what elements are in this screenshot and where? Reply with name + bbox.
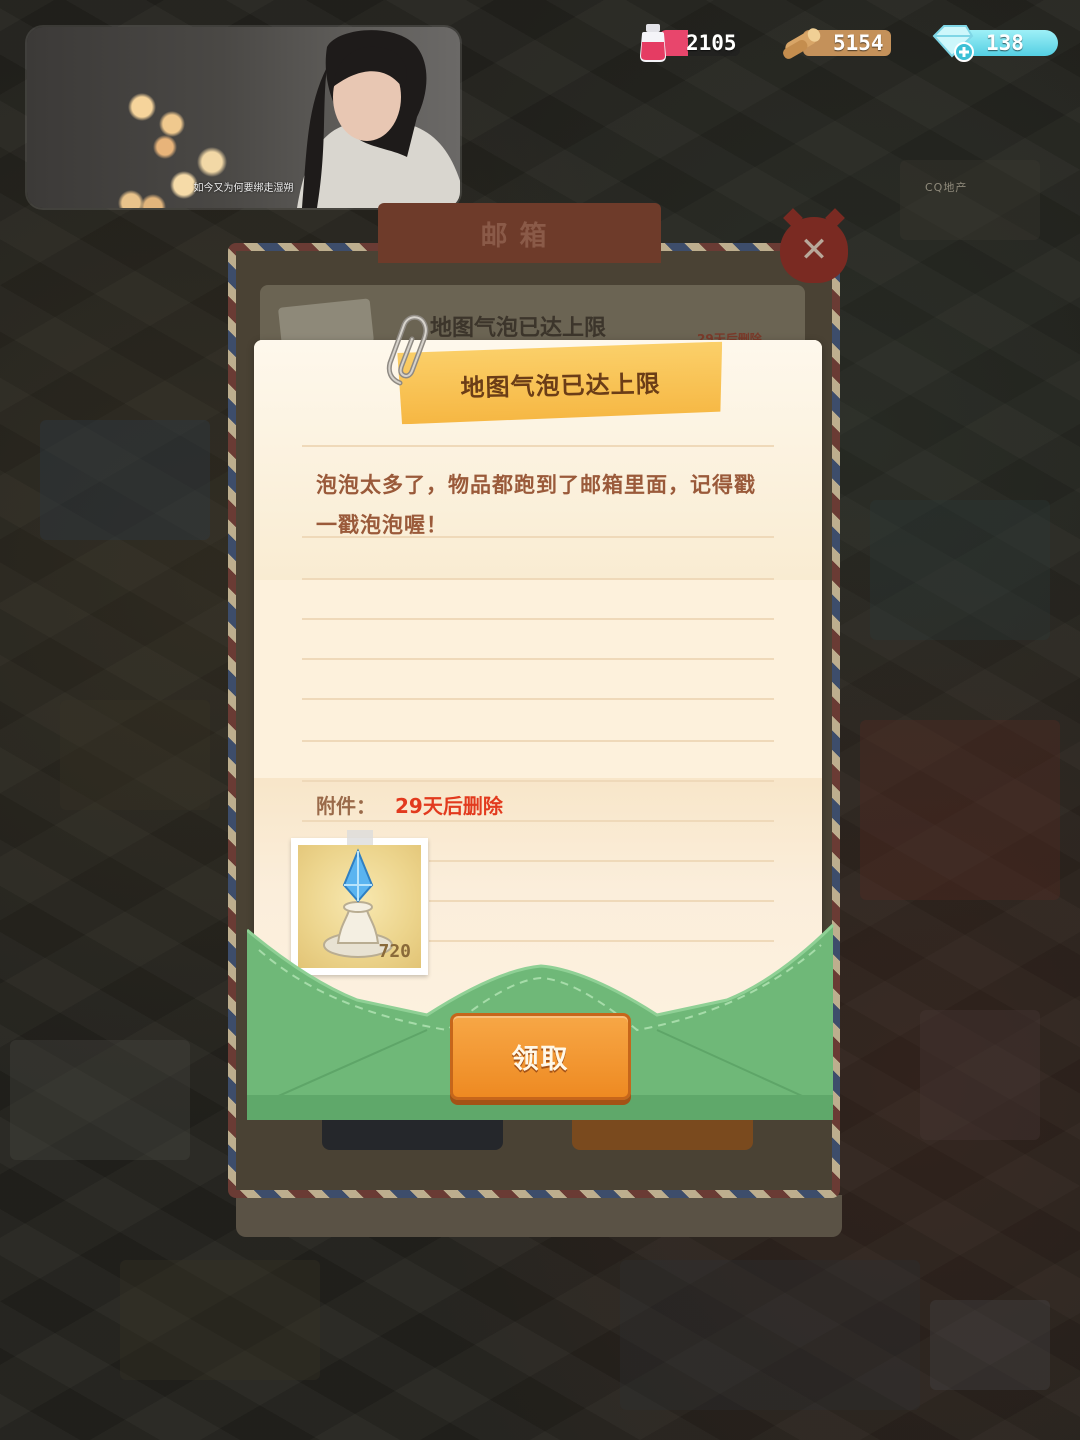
building-block (920, 1010, 1040, 1140)
building-block (40, 420, 210, 540)
ruled-line (302, 658, 774, 660)
wood-count: 5154 (833, 31, 884, 55)
video-subtitle: 如今又为何要绑走湿朔 (193, 183, 294, 194)
close-button[interactable]: ✕ (780, 217, 848, 283)
attachment-expire: 29天后删除 (395, 794, 503, 818)
attachment-label: 附件： (316, 794, 376, 818)
building-block (620, 1260, 920, 1410)
building-block (60, 700, 210, 810)
ruled-line (429, 860, 774, 862)
building-block (900, 160, 1040, 240)
ruled-line (302, 618, 774, 620)
building-block (930, 1300, 1050, 1390)
mailbox-title-tab: 邮箱 (378, 203, 661, 263)
claim-button[interactable]: 领取 (450, 1013, 631, 1100)
letter-body: 泡泡太多了，物品都跑到了邮箱里面，记得戳一戳泡泡喔！ (316, 473, 756, 537)
ruled-line (302, 578, 774, 580)
ruled-line (429, 900, 774, 902)
mailbox-panel-base (236, 1195, 842, 1237)
letter-title-ribbon: 地图气泡已达上限 (397, 342, 724, 425)
building-block (870, 500, 1050, 640)
world-building-label: CQ地产 (925, 181, 968, 194)
letter-title: 地图气泡已达上限 (460, 369, 661, 402)
paperclip-icon (386, 314, 429, 386)
diamond-plus-icon[interactable] (930, 22, 976, 62)
ink-bottle-icon (640, 24, 666, 62)
building-block (10, 1040, 190, 1160)
close-icon: ✕ (799, 230, 829, 270)
building-block (860, 720, 1060, 900)
ruled-line (302, 780, 774, 782)
ruled-line (302, 740, 774, 742)
claim-button-label: 领取 (511, 1044, 570, 1075)
ink-count: 2105 (686, 31, 737, 55)
ink-currency: 2105 (660, 30, 740, 56)
ruled-line (302, 698, 774, 700)
video-overlay[interactable]: 如今又为何要绑走湿朔 (27, 27, 460, 208)
mail-list-item-title: 地图气泡已达上限 (430, 316, 607, 341)
ruled-line (302, 445, 774, 447)
ruled-line (302, 820, 774, 822)
wood-log-icon (783, 28, 821, 59)
mailbox-title: 邮箱 (480, 220, 559, 252)
gem-count: 138 (986, 31, 1024, 55)
building-block (120, 1260, 320, 1380)
